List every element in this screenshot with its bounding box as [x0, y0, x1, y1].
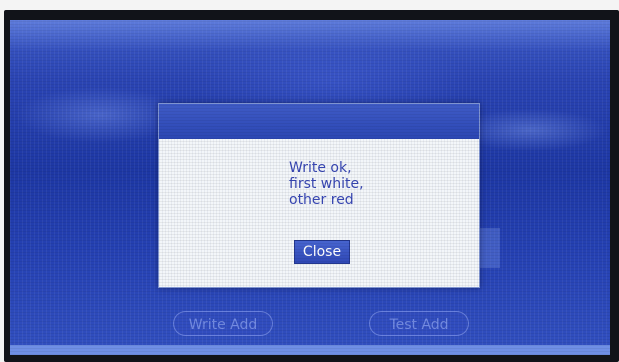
message-dialog: Write ok, first white, other red Close [158, 103, 480, 288]
close-button[interactable]: Close [294, 240, 350, 264]
write-add-button[interactable]: Write Add [173, 311, 273, 336]
dialog-message: Write ok, first white, other red [289, 160, 459, 208]
dialog-body: Write ok, first white, other red Close [159, 139, 479, 287]
test-add-button[interactable]: Test Add [369, 311, 469, 336]
bottom-band [10, 345, 610, 355]
device-photo: Write Add Test Add Write ok, first white… [0, 0, 619, 362]
device-screen: Write Add Test Add Write ok, first white… [10, 20, 610, 355]
message-line-2: first white, [289, 176, 364, 192]
background-panel [480, 228, 500, 268]
message-line-3: other red [289, 192, 354, 208]
message-line-1: Write ok, [289, 160, 352, 176]
dialog-titlebar [159, 104, 479, 139]
top-status-band [10, 20, 610, 50]
